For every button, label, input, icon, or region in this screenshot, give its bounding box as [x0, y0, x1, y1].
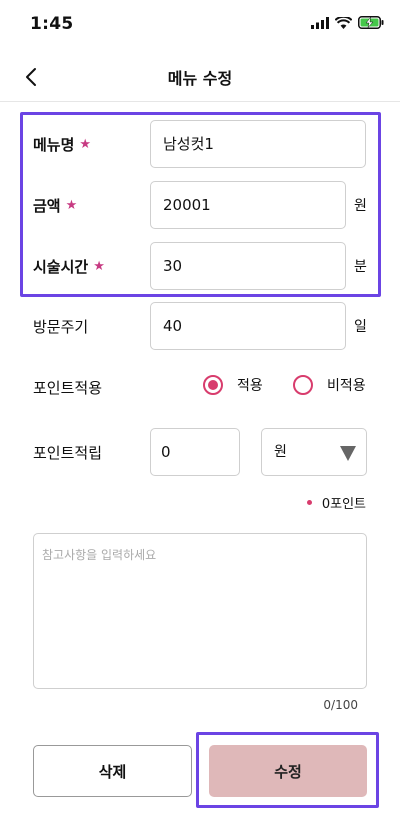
point-earn-label: 포인트적립	[33, 444, 103, 462]
duration-unit: 분	[354, 259, 367, 275]
menu-name-input[interactable]: 남성컷1	[150, 120, 366, 168]
signal-icon	[311, 16, 329, 29]
point-unit-select-value: 원	[274, 444, 287, 460]
point-unit-select[interactable]: 원	[261, 428, 367, 476]
visit-cycle-row: 방문주기 40 일	[0, 302, 400, 350]
visit-cycle-unit: 일	[354, 319, 367, 335]
required-star-icon: ★	[93, 259, 105, 274]
delete-button[interactable]: 삭제	[33, 745, 192, 797]
menu-name-label-text: 메뉴명	[33, 136, 75, 154]
radio-not-apply-label: 비적용	[327, 378, 366, 394]
point-apply-row: 포인트적용 적용 비적용	[0, 367, 400, 407]
price-input[interactable]: 20001	[150, 181, 346, 229]
point-apply-label: 포인트적용	[33, 379, 103, 397]
caret-down-icon	[340, 446, 356, 461]
status-time: 1:45	[30, 14, 74, 34]
visit-cycle-input[interactable]: 40	[150, 302, 346, 350]
price-unit: 원	[354, 198, 367, 214]
memo-textarea[interactable]: 참고사항을 입력하세요	[33, 533, 367, 689]
point-earn-input[interactable]: 0	[150, 428, 240, 476]
memo-placeholder: 참고사항을 입력하세요	[42, 548, 157, 562]
points-total-value: 0포인트	[321, 497, 366, 512]
price-label-text: 금액	[33, 197, 61, 215]
radio-not-apply[interactable]: 비적용	[293, 375, 366, 395]
required-star-icon: ★	[79, 137, 92, 152]
price-label: 금액 ★	[33, 195, 77, 216]
duration-label-text: 시술시간	[33, 258, 89, 276]
required-star-icon: ★	[65, 198, 78, 213]
menu-name-row: 메뉴명 ★ 남성컷1	[0, 120, 400, 168]
status-bar: 1:45	[0, 0, 400, 50]
radio-unchecked-icon	[293, 375, 313, 395]
duration-label: 시술시간 ★	[33, 256, 105, 277]
duration-input[interactable]: 30	[150, 242, 346, 290]
menu-name-label: 메뉴명 ★	[33, 134, 91, 155]
battery-charging-icon	[358, 16, 384, 29]
duration-row: 시술시간 ★ 30 분	[0, 242, 400, 290]
radio-apply-label: 적용	[237, 378, 263, 394]
price-row: 금액 ★ 20001 원	[0, 181, 400, 229]
visit-cycle-label: 방문주기	[33, 318, 89, 336]
submit-button[interactable]: 수정	[209, 745, 367, 797]
points-total: 0포인트	[306, 493, 366, 512]
radio-checked-icon	[203, 375, 223, 395]
status-icons	[311, 16, 384, 29]
nav-bar: 메뉴 수정	[0, 50, 400, 102]
page-title: 메뉴 수정	[167, 69, 233, 88]
radio-apply[interactable]: 적용	[203, 375, 263, 395]
bullet-dot-icon	[306, 500, 312, 505]
memo-char-count: 0/100	[323, 698, 358, 712]
wifi-icon	[335, 16, 352, 29]
